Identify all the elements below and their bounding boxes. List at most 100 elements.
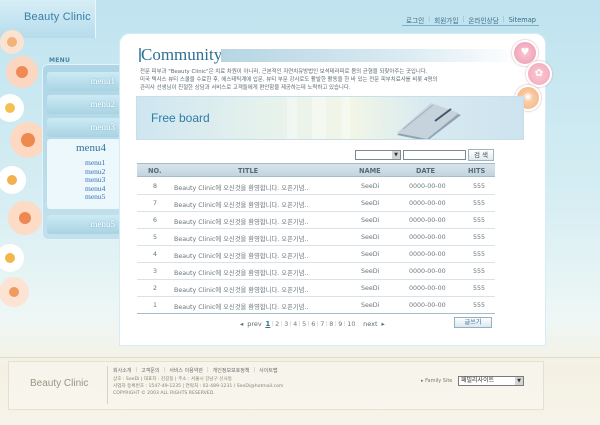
- footer-separator: [107, 366, 108, 404]
- page-link[interactable]: 9: [338, 320, 342, 328]
- page-separator: |: [298, 321, 301, 327]
- chevron-right-icon: ▸: [381, 320, 385, 328]
- cell-date: 0000-00-00: [409, 183, 446, 190]
- sidebar-active-title[interactable]: menu4: [76, 142, 106, 154]
- sidebar-item-menu1[interactable]: menu1: [47, 72, 121, 91]
- cell-hits: 555: [473, 285, 486, 292]
- table-row: 4 Beauty Clinic에 오신것을 환영합니다. 오픈기념.. SeeD…: [137, 246, 495, 263]
- link-separator: |: [163, 367, 166, 373]
- table-row: 2 Beauty Clinic에 오신것을 환영합니다. 오픈기념.. SeeD…: [137, 280, 495, 297]
- cell-date: 0000-00-00: [409, 251, 446, 258]
- sidebar-submenu: menu1 menu2 menu3 menu4 menu5: [85, 158, 105, 202]
- cell-name: SeeDi: [361, 217, 380, 224]
- footer-link-about[interactable]: 회사소개: [113, 367, 131, 374]
- pagination-next[interactable]: next: [363, 320, 377, 328]
- banner-stripe: [312, 97, 326, 139]
- flower-icon: [10, 122, 46, 158]
- cell-name: SeeDi: [361, 183, 380, 190]
- cell-date: 0000-00-00: [409, 200, 446, 207]
- page-separator: |: [307, 321, 310, 327]
- pagination-prev[interactable]: prev: [247, 320, 262, 328]
- footer-link-privacy[interactable]: 개인정보보호정책: [213, 367, 250, 374]
- nav-separator: |: [462, 16, 465, 23]
- sidebar-item-menu3[interactable]: menu3: [47, 118, 121, 137]
- cell-title-link[interactable]: Beauty Clinic에 오신것을 환영합니다. 오픈기념..: [174, 285, 308, 294]
- free-board-banner: Free board: [136, 96, 524, 140]
- chevron-left-icon: ◂: [240, 320, 244, 328]
- cell-name: SeeDi: [361, 234, 380, 241]
- table-row: 8 Beauty Clinic에 오신것을 환영합니다. 오픈기념.. SeeD…: [137, 178, 495, 195]
- cell-hits: 555: [473, 268, 486, 275]
- page-link[interactable]: 3: [284, 320, 288, 328]
- butterfly-icon: ✿: [534, 68, 544, 79]
- page-link[interactable]: 4: [293, 320, 297, 328]
- page-link[interactable]: 7: [320, 320, 324, 328]
- heart-icon: ♥: [520, 47, 530, 58]
- header-no: NO.: [148, 167, 162, 175]
- page-separator: |: [325, 321, 328, 327]
- cell-title-link[interactable]: Beauty Clinic에 오신것을 환영합니다. 오픈기념..: [174, 200, 308, 209]
- page-separator: |: [334, 321, 337, 327]
- footer-info: 상호 : SeeDi | 대표자 : 김길동 | 주소 : 서울시 강남구 신사…: [113, 377, 283, 397]
- intro-line: 미국 텍사스 뷰티 스쿨을 수료한 후, 에스테틱계에 입문, 뷰티 부문 강사…: [140, 77, 438, 83]
- footer-copyright: COPYRIGHT © 2003 ALL RIGHTS RESERVED.: [113, 390, 215, 396]
- nav-login[interactable]: 로그인: [406, 15, 424, 25]
- footer-link-contact[interactable]: 고객문의: [141, 367, 159, 374]
- banner-stripe: [287, 97, 297, 139]
- header-date: DATE: [416, 167, 436, 175]
- cell-no: 5: [152, 234, 157, 241]
- footer-link-terms[interactable]: 서비스 이용약관: [169, 367, 203, 374]
- footer-links: 회사소개 | 고객문의 | 서비스 이용약관 | 개인정보보호정책 | 사이트맵: [113, 367, 282, 374]
- page-link[interactable]: 6: [311, 320, 315, 328]
- cell-title-link[interactable]: Beauty Clinic에 오신것을 환영합니다. 오픈기념..: [174, 268, 308, 277]
- cell-title-link[interactable]: Beauty Clinic에 오신것을 환영합니다. 오픈기념..: [174, 251, 308, 260]
- banner-title: Free board: [151, 111, 210, 125]
- cell-hits: 555: [473, 302, 486, 309]
- flower-icon: [0, 30, 24, 54]
- footer-link-sitemap[interactable]: 사이트맵: [259, 367, 277, 374]
- cell-date: 0000-00-00: [409, 285, 446, 292]
- quick-button-2[interactable]: ✿: [526, 61, 552, 87]
- cell-no: 3: [152, 268, 157, 275]
- search-field-select[interactable]: ▼: [355, 150, 401, 160]
- site-logo[interactable]: Beauty Clinic: [24, 11, 91, 23]
- table-bottom-border: [137, 313, 495, 314]
- table-row: 6 Beauty Clinic에 오신것을 환영합니다. 오픈기념.. SeeD…: [137, 212, 495, 229]
- nav-consult[interactable]: 온라인상담: [468, 15, 498, 25]
- nav-separator: |: [428, 16, 431, 23]
- cell-title-link[interactable]: Beauty Clinic에 오신것을 환영합니다. 오픈기념..: [174, 302, 308, 311]
- intro-line: 관리사 선생님이 친절한 상담과 서비스로 고객들에게 편안함을 제공하는데 노…: [140, 85, 351, 91]
- cell-title-link[interactable]: Beauty Clinic에 오신것을 환영합니다. 오픈기념..: [174, 217, 308, 226]
- nav-sitemap[interactable]: Sitemap: [509, 16, 536, 24]
- cell-no: 2: [152, 285, 157, 292]
- cell-name: SeeDi: [361, 251, 380, 258]
- page-link[interactable]: 2: [275, 320, 279, 328]
- write-button[interactable]: 글쓰기: [454, 317, 492, 328]
- pagination: ◂ prev 1 | 2 | 3 | 4 | 5 | 6 | 7 | 8 | 9…: [238, 320, 387, 328]
- search-input[interactable]: [403, 150, 466, 160]
- cell-no: 1: [152, 302, 157, 309]
- cell-date: 0000-00-00: [409, 302, 446, 309]
- cell-title-link[interactable]: Beauty Clinic에 오신것을 환영합니다. 오픈기념..: [174, 183, 308, 192]
- page-link[interactable]: 5: [302, 320, 306, 328]
- page-link[interactable]: 8: [329, 320, 333, 328]
- search-button[interactable]: 검 색: [468, 149, 494, 161]
- family-site-value: 패밀리사이트: [461, 377, 495, 384]
- table-header: NO. TITLE NAME DATE HITS: [137, 163, 495, 177]
- submenu-item[interactable]: menu5: [85, 193, 105, 202]
- cell-date: 0000-00-00: [409, 268, 446, 275]
- cell-title-link[interactable]: Beauty Clinic에 오신것을 환영합니다. 오픈기념..: [174, 234, 308, 243]
- sidebar-item-menu2[interactable]: menu2: [47, 95, 121, 114]
- nav-join[interactable]: 회원가입: [434, 15, 458, 25]
- family-site-select[interactable]: 패밀리사이트 ▼: [458, 376, 524, 386]
- page-link-current[interactable]: 1: [265, 320, 270, 328]
- sidebar-item-menu5[interactable]: menu5: [47, 215, 121, 234]
- chevron-down-icon: ▼: [392, 151, 400, 159]
- page-separator: |: [289, 321, 292, 327]
- cell-hits: 555: [473, 183, 486, 190]
- sidebar-label: MENU: [49, 57, 71, 64]
- page-link[interactable]: 10: [347, 320, 355, 328]
- footer-info-line: 상호 : SeeDi | 대표자 : 김길동 | 주소 : 서울시 강남구 신사…: [113, 377, 232, 382]
- page-title: Community: [141, 45, 223, 64]
- footer-divider: [0, 357, 600, 358]
